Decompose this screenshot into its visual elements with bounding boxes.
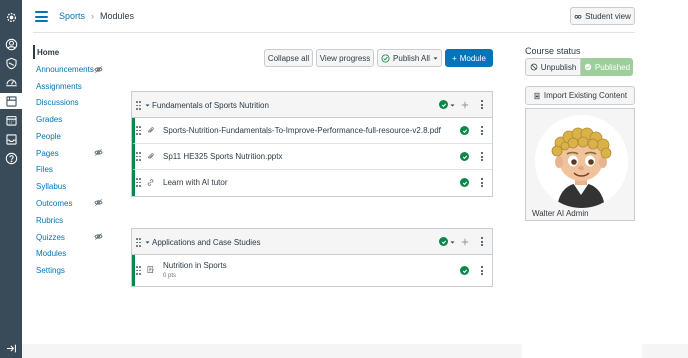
import-content-button[interactable]: Import Existing Content [525, 86, 635, 105]
inbox-icon[interactable] [3, 131, 19, 147]
drag-handle-icon[interactable] [136, 101, 141, 110]
module-item[interactable]: Sp11 HE325 Sports Nutrition.pptx [132, 144, 492, 170]
module-options-icon[interactable] [481, 100, 484, 109]
drag-handle-icon[interactable] [136, 126, 141, 135]
drag-handle-icon[interactable] [136, 266, 141, 275]
course-nav-settings[interactable]: Settings [33, 263, 109, 277]
plus-icon: + [452, 53, 457, 63]
publish-all-button[interactable]: Publish All [377, 49, 442, 67]
module-item[interactable]: Learn with AI tutor [132, 170, 492, 196]
eye-hidden-icon [94, 149, 103, 156]
quiz-icon [147, 265, 154, 274]
import-content-label: Import Existing Content [543, 91, 628, 100]
breadcrumb-course-link[interactable]: Sports [59, 11, 85, 21]
module-options-icon[interactable] [481, 237, 484, 246]
published-label: Published [594, 62, 631, 72]
course-nav-discussions[interactable]: Discussions [33, 95, 109, 109]
collapse-caret-icon[interactable] [145, 240, 150, 245]
module-title: Applications and Case Studies [152, 238, 261, 247]
collapse-all-button[interactable]: Collapse all [264, 49, 313, 67]
add-item-plus-icon[interactable] [461, 238, 469, 246]
drag-handle-icon[interactable] [136, 238, 141, 247]
collapse-caret-icon[interactable] [145, 103, 150, 108]
dashboard-icon[interactable] [3, 74, 19, 90]
module-fundamentals: Fundamentals of Sports Nutrition Sports-… [131, 91, 493, 197]
published-check-icon[interactable] [460, 178, 469, 187]
course-nav-home[interactable]: Home [33, 45, 109, 59]
eye-hidden-icon [94, 199, 103, 206]
module-item-points: 0 pts [163, 273, 177, 279]
module-item-title[interactable]: Sports-Nutrition-Fundamentals-To-Improve… [163, 126, 441, 135]
attachment-icon [148, 127, 154, 133]
caret-down-icon [433, 57, 438, 59]
published-check-icon[interactable] [460, 266, 469, 275]
hamburger-menu-icon[interactable] [35, 11, 48, 22]
published-button[interactable]: Published [581, 58, 633, 76]
unpublish-label: Unpublish [540, 62, 577, 72]
publish-all-label: Publish All [393, 53, 430, 63]
add-item-plus-icon[interactable] [461, 101, 469, 109]
global-nav [0, 0, 22, 358]
published-check-icon[interactable] [460, 126, 469, 135]
drag-handle-icon[interactable] [136, 152, 141, 161]
item-options-icon[interactable] [481, 178, 484, 187]
module-item[interactable]: Nutrition in Sports 0 pts [132, 255, 492, 286]
avatar [535, 115, 628, 208]
course-nav-syllabus[interactable]: Syllabus [33, 179, 109, 193]
import-icon [534, 92, 540, 99]
publish-caret-icon[interactable] [450, 240, 455, 245]
ai-agent-card: Walter AI Admin [525, 108, 635, 221]
unpublish-icon [530, 63, 538, 71]
course-nav-files[interactable]: Files [33, 162, 109, 176]
published-check-icon[interactable] [460, 152, 469, 161]
student-view-icon [574, 15, 582, 19]
module-item[interactable]: Sports-Nutrition-Fundamentals-To-Improve… [132, 118, 492, 144]
publish-check-icon [381, 53, 390, 63]
course-nav-grades[interactable]: Grades [33, 112, 109, 126]
module-title: Fundamentals of Sports Nutrition [152, 101, 269, 110]
breadcrumb-current-page: Modules [100, 11, 135, 21]
header-divider [33, 32, 635, 33]
item-options-icon[interactable] [481, 266, 484, 275]
breadcrumb: Sports › Modules [59, 11, 134, 21]
publish-caret-icon[interactable] [450, 103, 455, 108]
account-icon[interactable] [3, 36, 19, 52]
course-nav-people[interactable]: People [33, 129, 109, 143]
add-module-button[interactable]: + Module [445, 49, 493, 67]
module-item-title[interactable]: Nutrition in Sports [163, 261, 227, 270]
module-applications: Applications and Case Studies Nutrition … [131, 228, 493, 287]
link-icon [147, 179, 154, 186]
admin-shield-icon[interactable] [3, 55, 19, 71]
published-check-icon[interactable] [439, 237, 448, 246]
courses-icon[interactable] [0, 93, 22, 109]
course-nav-modules[interactable]: Modules [33, 246, 109, 260]
footer-panel [522, 344, 642, 358]
item-options-icon[interactable] [481, 126, 484, 135]
drag-handle-icon[interactable] [136, 178, 141, 187]
add-module-label: Module [459, 53, 486, 63]
eye-hidden-icon [94, 233, 103, 240]
attachment-icon [148, 153, 154, 159]
calendar-icon[interactable] [3, 112, 19, 128]
student-view-button[interactable]: Student view [570, 7, 635, 25]
canvas-logo-icon[interactable] [3, 9, 19, 25]
module-header[interactable]: Fundamentals of Sports Nutrition [132, 92, 492, 118]
unpublish-button[interactable]: Unpublish [525, 58, 581, 76]
collapse-nav-icon[interactable] [3, 340, 19, 356]
student-view-label: Student view [585, 11, 631, 21]
module-item-title[interactable]: Learn with AI tutor [163, 178, 227, 187]
eye-hidden-icon [94, 66, 103, 73]
published-check-icon[interactable] [439, 100, 448, 109]
course-nav-assignments[interactable]: Assignments [33, 79, 109, 93]
course-status-label: Course status [525, 46, 581, 56]
agent-name: Walter AI Admin [532, 209, 589, 218]
module-header[interactable]: Applications and Case Studies [132, 229, 492, 255]
module-item-title[interactable]: Sp11 HE325 Sports Nutrition.pptx [163, 152, 282, 161]
help-icon[interactable] [3, 150, 19, 166]
view-progress-button[interactable]: View progress [316, 49, 374, 67]
breadcrumb-separator: › [91, 11, 95, 21]
published-check-icon [584, 63, 592, 71]
course-nav-rubrics[interactable]: Rubrics [33, 213, 109, 227]
item-options-icon[interactable] [481, 152, 484, 161]
